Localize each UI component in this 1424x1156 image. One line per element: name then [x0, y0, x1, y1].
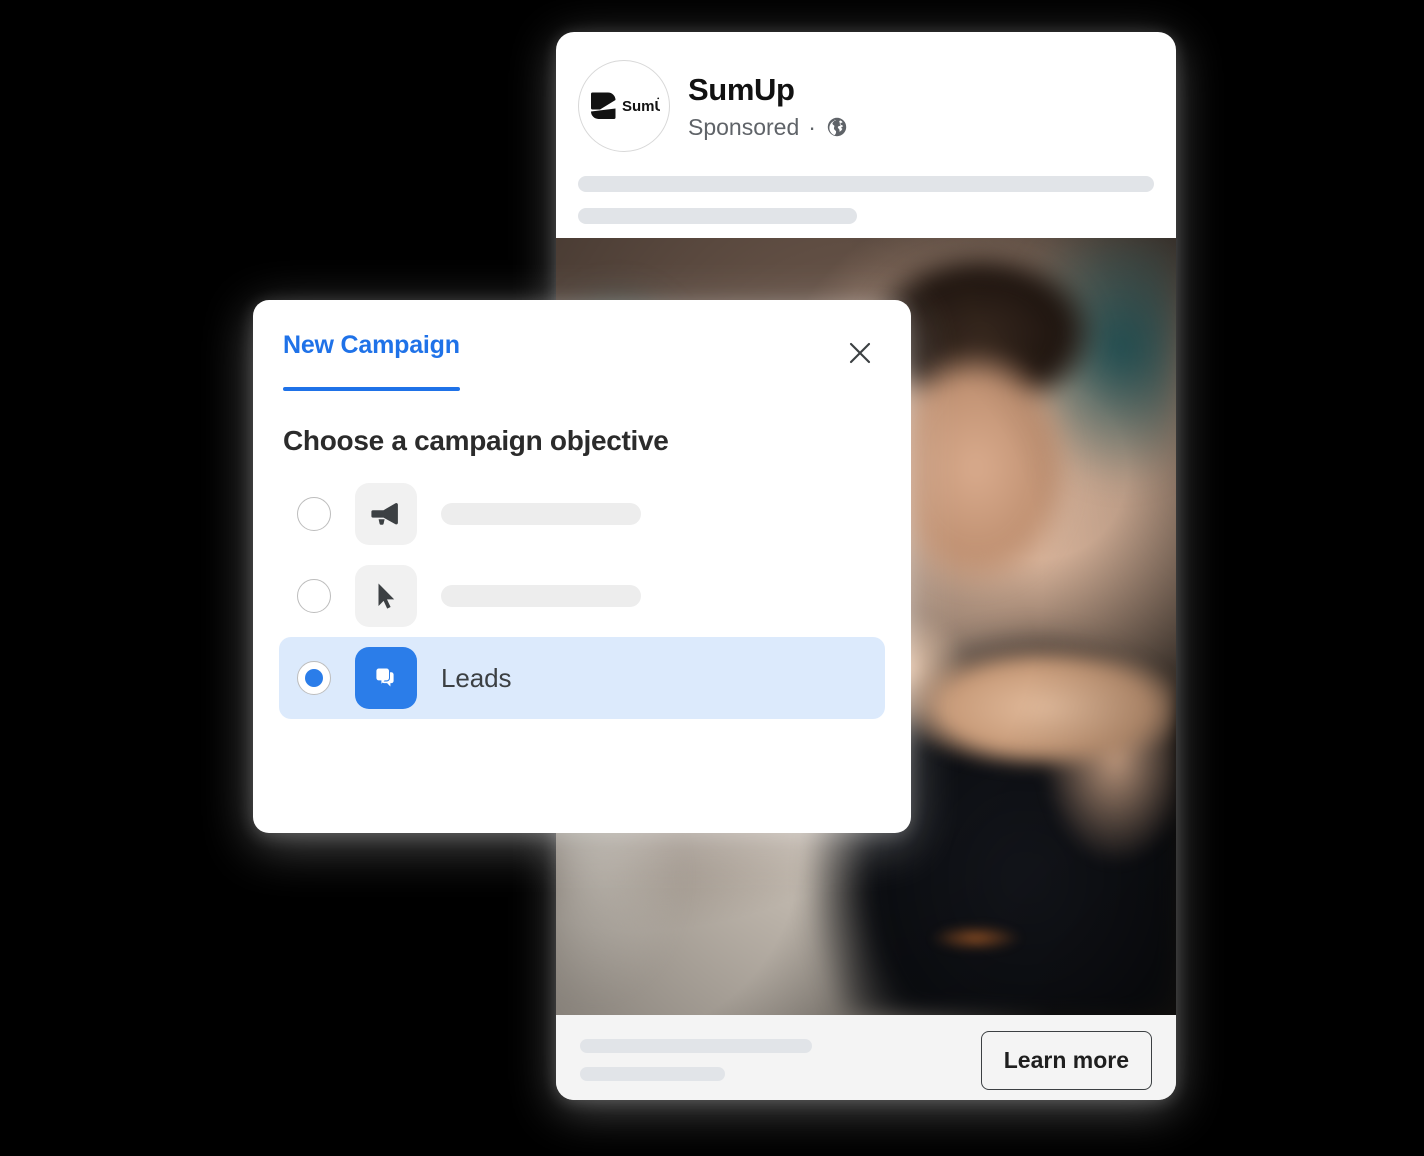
tab-new-campaign-label: New Campaign — [283, 331, 460, 359]
radio-awareness[interactable] — [297, 497, 331, 531]
ad-body-line-1 — [578, 176, 1154, 192]
brand-name: SumUp — [688, 72, 795, 107]
screenshot-stage: SumUp SumUp Sponsored · — [0, 0, 1424, 1156]
dialog-heading: Choose a campaign objective — [283, 425, 669, 456]
tab-active-underline — [283, 387, 460, 391]
option-label-placeholder-traffic — [441, 585, 641, 607]
svg-text:SumUp: SumUp — [622, 98, 660, 115]
ad-body-line-2 — [578, 208, 858, 224]
footer-line-2 — [580, 1067, 725, 1081]
globe-icon — [827, 118, 847, 137]
radio-dot — [305, 669, 323, 687]
chat-bubbles-icon — [376, 668, 394, 687]
brand-avatar: SumUp — [578, 60, 670, 152]
sponsored-label: Sponsored — [688, 113, 800, 140]
ad-body-placeholders — [556, 152, 1176, 238]
ad-header: SumUp SumUp Sponsored · — [556, 32, 1176, 152]
ad-identity: SumUp Sponsored · — [688, 60, 849, 141]
option-row-awareness[interactable] — [279, 473, 885, 555]
option-label-placeholder-awareness — [441, 503, 641, 525]
sponsored-row: Sponsored · — [688, 114, 849, 142]
ad-footer-placeholders — [580, 1039, 981, 1081]
megaphone-icon-tile — [355, 483, 417, 545]
separator-dot: · — [808, 113, 816, 140]
megaphone-icon — [371, 502, 398, 525]
close-button[interactable] — [839, 332, 881, 374]
option-row-leads[interactable]: Leads — [279, 637, 885, 719]
ad-footer: Learn more — [556, 1015, 1176, 1100]
tab-new-campaign[interactable]: New Campaign — [283, 330, 460, 391]
option-row-traffic[interactable] — [279, 555, 885, 637]
new-campaign-dialog: New Campaign Choose a campaign objective — [253, 300, 911, 833]
dialog-header: New Campaign — [253, 300, 911, 391]
cursor-arrow-icon-tile — [355, 565, 417, 627]
radio-traffic[interactable] — [297, 579, 331, 613]
option-label-leads: Leads — [441, 662, 512, 693]
campaign-objective-options: Leads — [253, 457, 911, 719]
sumup-logo-icon: SumUp — [591, 92, 660, 119]
close-icon — [849, 342, 871, 364]
radio-leads[interactable] — [297, 661, 331, 695]
chat-bubbles-icon-tile — [355, 647, 417, 709]
cursor-arrow-icon — [378, 583, 395, 609]
footer-line-1 — [580, 1039, 813, 1053]
learn-more-button[interactable]: Learn more — [980, 1030, 1152, 1090]
